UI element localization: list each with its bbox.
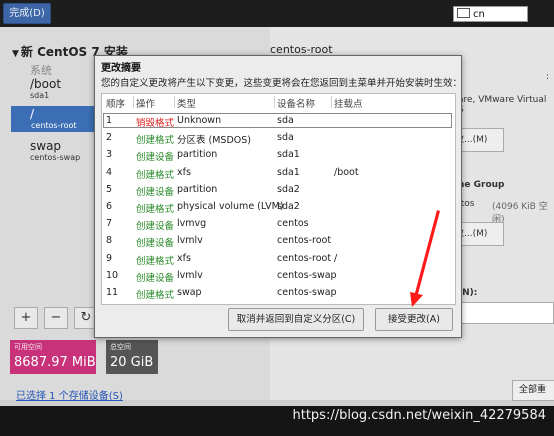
table-row[interactable]: 7 创建设备 lvmvg centos bbox=[102, 217, 453, 233]
cancel-return-button[interactable]: 取消并返回到自定义分区(C) bbox=[228, 308, 364, 331]
mount-item-root[interactable]: / centos-root bbox=[11, 106, 96, 132]
selected-devices-link[interactable]: 已选择 1 个存储设备(S) bbox=[16, 387, 123, 402]
dialog-title: 更改摘要 bbox=[101, 63, 141, 74]
cell-type: swap bbox=[177, 287, 202, 298]
table-row[interactable]: 2 创建格式 分区表 (MSDOS) sda bbox=[102, 131, 453, 147]
cell-action: 创建格式 bbox=[136, 290, 175, 301]
cell-order: 3 bbox=[106, 149, 113, 161]
mount-item-name: / bbox=[30, 107, 35, 121]
table-row[interactable]: 1 销毁格式 Unknown sda bbox=[102, 114, 453, 130]
cell-mount: /boot bbox=[334, 166, 359, 178]
volume-group-label: me Group bbox=[455, 180, 505, 190]
available-space-tile: 可用空间 8687.97 MiB bbox=[10, 340, 96, 374]
cell-order: 11 bbox=[106, 287, 119, 298]
cell-device: centos-swap bbox=[277, 269, 337, 281]
name-field[interactable]: t bbox=[448, 302, 554, 324]
watermark-text: https://blog.csdn.net/weixin_42279584 bbox=[292, 408, 546, 423]
column-header-type[interactable]: 类型 bbox=[177, 96, 196, 110]
detail-colon: : bbox=[546, 72, 550, 82]
cell-device: centos bbox=[277, 218, 309, 230]
add-mount-button[interactable]: + bbox=[14, 307, 38, 329]
cell-type: physical volume (LVM) bbox=[177, 201, 284, 212]
cell-mount: / bbox=[334, 252, 338, 264]
changes-table: 顺序 操作 类型 设备名称 挂载点 1 销毁格式 Unknown sda 2 创建格式 分区… bbox=[101, 93, 456, 305]
mount-item-name: /boot bbox=[30, 77, 62, 91]
mount-item-boot[interactable]: /boot sda1 bbox=[30, 77, 61, 100]
cell-order: 6 bbox=[106, 201, 113, 212]
cell-order: 7 bbox=[106, 218, 113, 230]
cell-device: sda bbox=[277, 115, 294, 126]
cell-device: centos-root bbox=[277, 252, 332, 264]
table-row[interactable]: 9 创建格式 xfs centos-root / bbox=[102, 252, 453, 268]
cell-order: 5 bbox=[106, 183, 113, 195]
table-header: 顺序 操作 类型 设备名称 挂载点 bbox=[102, 94, 453, 111]
cell-device: sda2 bbox=[277, 201, 300, 212]
cell-type: lvmlv bbox=[177, 235, 203, 247]
accept-changes-button[interactable]: 接受更改(A) bbox=[375, 308, 453, 331]
cell-action: 创建设备 bbox=[136, 186, 175, 198]
keyboard-icon bbox=[457, 8, 470, 18]
table-row[interactable]: 6 创建格式 physical volume (LVM) sda2 bbox=[102, 200, 453, 216]
table-row[interactable]: 11 创建格式 swap centos-swap bbox=[102, 286, 453, 302]
table-row[interactable]: 4 创建格式 xfs sda1/boot bbox=[102, 166, 453, 182]
mount-item-swap[interactable]: swap centos-swap bbox=[30, 139, 80, 162]
cell-device: sda bbox=[277, 132, 294, 144]
expander-triangle-icon: ▼ bbox=[12, 49, 19, 59]
cell-type: partition bbox=[177, 183, 218, 195]
total-space-label: 总空间 bbox=[110, 343, 131, 351]
table-row[interactable]: 8 创建设备 lvmlv centos-root bbox=[102, 234, 453, 250]
cell-device: sda1 bbox=[277, 166, 300, 178]
cell-action: 创建设备 bbox=[136, 272, 175, 284]
cell-type: Unknown bbox=[177, 115, 222, 126]
device-description: are, VMware Virtual S bbox=[458, 95, 547, 115]
system-group-label: 系统 bbox=[30, 64, 52, 77]
cell-order: 10 bbox=[106, 269, 119, 281]
cell-action: 创建格式 bbox=[136, 255, 175, 267]
column-header-order[interactable]: 顺序 bbox=[106, 96, 125, 110]
total-space-value: 20 GiB bbox=[110, 355, 154, 370]
column-header-device[interactable]: 设备名称 bbox=[277, 96, 315, 110]
cell-action: 创建格式 bbox=[136, 135, 175, 147]
keyboard-layout-indicator[interactable]: cn bbox=[453, 6, 528, 22]
cell-order: 4 bbox=[106, 166, 113, 178]
available-space-value: 8687.97 MiB bbox=[14, 355, 96, 370]
mount-item-device: centos-swap bbox=[30, 153, 81, 162]
cell-action: 创建设备 bbox=[136, 152, 175, 164]
dialog-description: 您的自定义更改将产生以下变更，这些变更将会在您返回到主菜单并开始安装时生效： bbox=[101, 78, 463, 89]
keyboard-layout-label: cn bbox=[473, 9, 485, 20]
mount-item-device: sda1 bbox=[30, 91, 50, 100]
available-space-label: 可用空间 bbox=[14, 343, 42, 351]
remove-mount-button[interactable]: − bbox=[44, 307, 68, 329]
mount-item-device: centos-root bbox=[31, 121, 77, 130]
summary-of-changes-dialog: 更改摘要 您的自定义更改将产生以下变更，这些变更将会在您返回到主菜单并开始安装时… bbox=[94, 55, 462, 338]
cell-action: 创建格式 bbox=[136, 169, 175, 181]
total-space-tile: 总空间 20 GiB bbox=[106, 340, 158, 374]
cell-type: lvmlv bbox=[177, 269, 203, 281]
cell-type: xfs bbox=[177, 166, 191, 178]
cell-device: centos-root bbox=[277, 235, 332, 247]
cell-action: 销毁格式 bbox=[136, 118, 175, 129]
cell-device: sda1 bbox=[277, 149, 300, 161]
cell-action: 创建设备 bbox=[136, 238, 175, 250]
cell-type: 分区表 (MSDOS) bbox=[177, 135, 251, 147]
cell-action: 创建设备 bbox=[136, 221, 175, 233]
mount-item-name: swap bbox=[30, 139, 62, 153]
cell-order: 2 bbox=[106, 132, 113, 144]
column-header-mount[interactable]: 挂载点 bbox=[334, 96, 363, 110]
table-row[interactable]: 3 创建设备 partition sda1 bbox=[102, 148, 453, 164]
cell-device: centos-swap bbox=[277, 287, 337, 298]
table-row[interactable]: 5 创建设备 partition sda2 bbox=[102, 183, 453, 199]
reset-all-button[interactable]: 全部重 bbox=[512, 380, 554, 401]
done-button[interactable]: 完成(D) bbox=[3, 3, 51, 24]
table-row[interactable]: 10 创建设备 lvmlv centos-swap bbox=[102, 269, 453, 285]
cell-action: 创建格式 bbox=[136, 204, 175, 215]
cell-order: 9 bbox=[106, 252, 113, 264]
cell-type: partition bbox=[177, 149, 218, 161]
cell-type: lvmvg bbox=[177, 218, 207, 230]
cell-order: 1 bbox=[106, 115, 113, 126]
cell-type: xfs bbox=[177, 252, 191, 264]
column-header-action[interactable]: 操作 bbox=[136, 96, 155, 110]
cell-order: 8 bbox=[106, 235, 113, 247]
cell-device: sda2 bbox=[277, 183, 300, 195]
